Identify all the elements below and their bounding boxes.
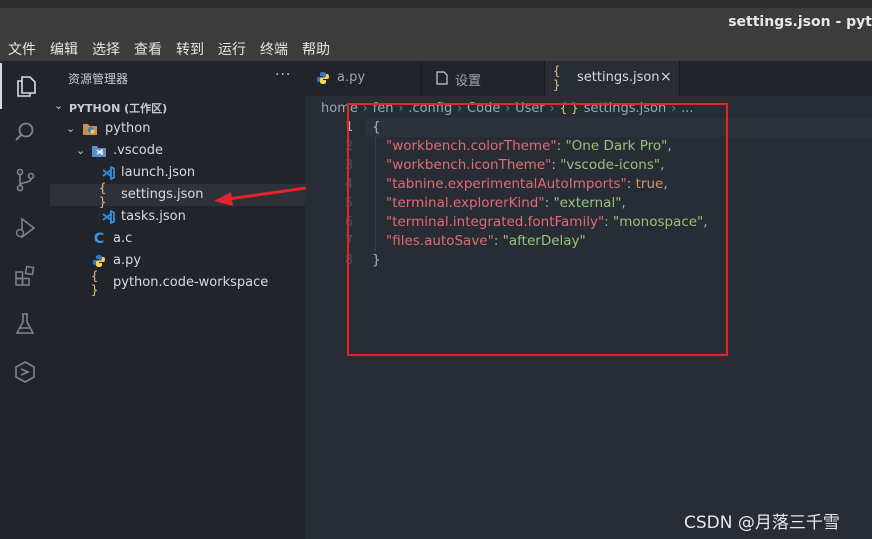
explorer-header: 资源管理器 [68, 72, 129, 86]
vscode-folder-icon [91, 143, 107, 159]
explorer-more-actions[interactable]: ··· [275, 67, 291, 83]
menu-run[interactable]: 运行 [218, 40, 246, 60]
run-debug-icon [15, 217, 36, 239]
settings-file-icon [434, 70, 450, 86]
tab-label: settings.json [577, 70, 660, 85]
vscode-file-icon [100, 165, 116, 181]
window-title: settings.json - pyt [728, 14, 872, 30]
activity-bar [0, 61, 50, 539]
source-control-activity-button[interactable] [0, 157, 50, 203]
tab-a-py[interactable]: a.py [305, 61, 422, 96]
menu-terminal[interactable]: 终端 [260, 40, 288, 60]
tree-item-label: python [105, 121, 151, 136]
tab-label: a.py [337, 70, 366, 85]
chevron-down-icon: ⌄ [76, 144, 86, 157]
tree-item-label: tasks.json [121, 209, 186, 224]
annotation-highlight-box [347, 103, 728, 356]
tree-item-label: launch.json [121, 165, 196, 180]
python-folder-icon [82, 121, 98, 137]
workspace-label: PYTHON (工作区) [69, 102, 168, 115]
json-icon: { } [99, 181, 107, 209]
menu-view[interactable]: 查看 [134, 40, 162, 60]
search-activity-button[interactable] [0, 109, 50, 155]
tree-folder-vscode[interactable]: ⌄ .vscode [50, 140, 305, 162]
tab-settings-json[interactable]: { } settings.json × [545, 61, 680, 96]
chevron-down-icon: ⌄ [66, 122, 76, 135]
menu-file[interactable]: 文件 [8, 40, 36, 60]
tab-settings-ui[interactable]: 设置 [422, 61, 545, 96]
tree-file-settings-json[interactable]: { } settings.json [50, 181, 305, 209]
tree-file-a-c[interactable]: C a.c [50, 228, 305, 250]
run-debug-activity-button[interactable] [0, 205, 50, 251]
c-file-icon: C [93, 231, 105, 247]
tree-item-label: a.py [113, 253, 142, 268]
json-icon: { } [553, 64, 561, 92]
tree-folder-python[interactable]: ⌄ python [50, 118, 305, 140]
menu-help[interactable]: 帮助 [302, 40, 330, 60]
search-icon [15, 122, 34, 141]
explorer-activity-button[interactable] [0, 63, 50, 109]
explorer-sidebar: 资源管理器 ··· ⌄ PYTHON (工作区) ⌄ python ⌄ .vsc… [50, 61, 305, 539]
menu-selection[interactable]: 选择 [92, 40, 120, 60]
python-file-icon [91, 253, 107, 269]
watermark: CSDN @月落三千雪 [684, 513, 840, 533]
vscode-file-icon [100, 209, 116, 225]
tree-file-a-py[interactable]: a.py [50, 250, 305, 272]
remote-explorer-icon [15, 361, 35, 383]
workspace-header[interactable]: ⌄ PYTHON (工作区) [50, 96, 305, 118]
tree-item-label: python.code-workspace [113, 275, 269, 290]
python-file-icon [315, 70, 331, 86]
tree-file-python-code-workspace[interactable]: { } python.code-workspace [50, 269, 305, 297]
os-top-strip [0, 0, 872, 8]
testing-activity-button[interactable] [0, 301, 50, 347]
testing-icon [15, 313, 35, 334]
chevron-down-icon: ⌄ [54, 99, 64, 112]
files-icon [17, 76, 36, 97]
menu-go[interactable]: 转到 [176, 40, 204, 60]
remote-explorer-activity-button[interactable] [0, 349, 50, 395]
source-control-icon [16, 168, 35, 192]
tree-item-label: settings.json [121, 187, 204, 202]
tab-label: 设置 [455, 74, 482, 89]
tree-file-launch-json[interactable]: launch.json [50, 162, 305, 184]
extensions-icon [15, 265, 35, 286]
json-icon: { } [91, 269, 99, 297]
close-icon[interactable]: × [660, 69, 672, 85]
menu-bar: 文件 编辑 选择 查看 转到 运行 终端 帮助 [0, 38, 872, 61]
menu-edit[interactable]: 编辑 [50, 40, 78, 60]
title-bar: settings.json - pyt [0, 8, 872, 38]
extensions-activity-button[interactable] [0, 253, 50, 299]
tree-item-label: .vscode [113, 143, 163, 158]
tree-file-tasks-json[interactable]: tasks.json [50, 206, 305, 228]
editor-tab-bar: a.py 设置 { } settings.json × [305, 61, 872, 96]
tree-item-label: a.c [113, 231, 133, 246]
